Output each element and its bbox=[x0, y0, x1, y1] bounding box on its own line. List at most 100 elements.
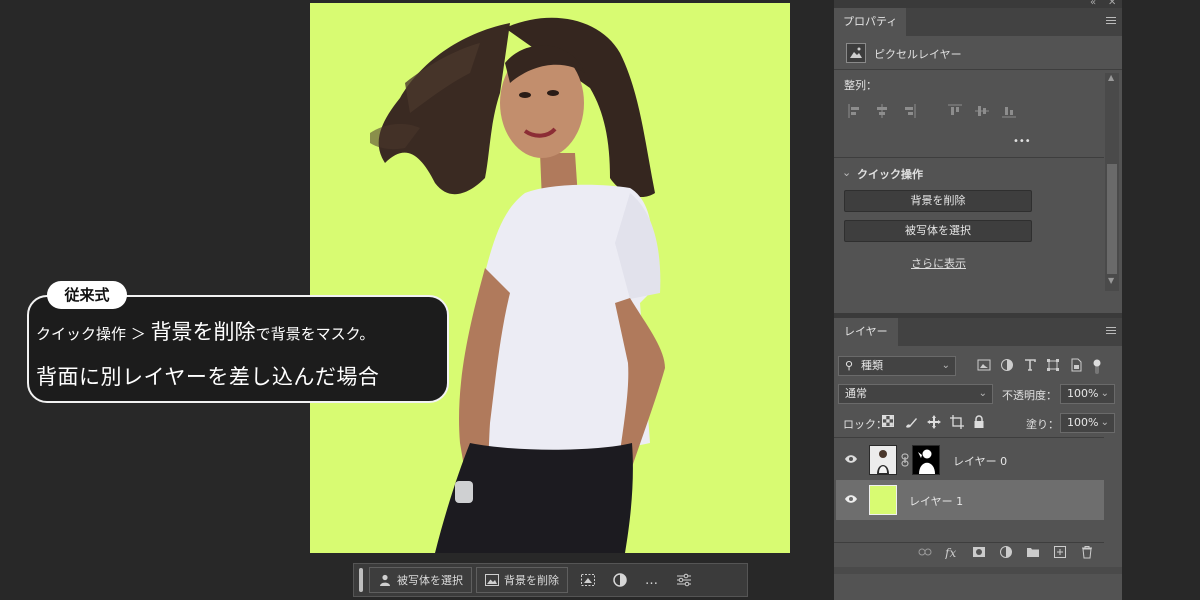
lock-icons bbox=[882, 415, 985, 429]
properties-panel-menu-icon[interactable] bbox=[1106, 17, 1116, 26]
properties-scroll-thumb[interactable] bbox=[1107, 164, 1117, 274]
blend-mode-select[interactable]: 通常 ⌄ bbox=[838, 384, 993, 404]
taskbar-remove-background-button[interactable]: 背景を削除 bbox=[476, 567, 568, 593]
properties-divider bbox=[834, 69, 1122, 70]
layer-filter-select[interactable]: ⚲ 種類 ⌄ bbox=[838, 356, 956, 376]
person-icon bbox=[380, 574, 390, 586]
align-label: 整列： bbox=[844, 79, 877, 92]
visibility-eye-icon[interactable] bbox=[844, 493, 858, 505]
quick-actions-title: クイック操作 bbox=[857, 168, 923, 181]
filter-adjustment-icon[interactable] bbox=[1000, 358, 1014, 372]
transform-icon bbox=[581, 574, 595, 586]
align-middle-vertical-icon[interactable] bbox=[975, 104, 989, 118]
close-panel-icon[interactable]: ✕ bbox=[1108, 0, 1116, 8]
opacity-input[interactable]: 100% ⌄ bbox=[1060, 384, 1115, 404]
panel-collapse-strip bbox=[834, 0, 1122, 8]
chevron-down-icon: ⌄ bbox=[941, 360, 950, 371]
new-layer-icon[interactable] bbox=[1053, 545, 1067, 559]
opacity-label: 不透明度： bbox=[1002, 389, 1057, 402]
align-left-icon[interactable] bbox=[848, 104, 862, 118]
image-icon bbox=[485, 574, 499, 586]
filter-shape-icon[interactable] bbox=[1046, 358, 1060, 372]
filter-smart-object-icon[interactable] bbox=[1069, 358, 1083, 372]
quick-remove-background-button[interactable]: 背景を削除 bbox=[844, 190, 1032, 212]
panel-resize-grip[interactable] bbox=[834, 567, 1122, 574]
show-more-link[interactable]: さらに表示 bbox=[911, 255, 966, 271]
taskbar-select-subject-button[interactable]: 被写体を選択 bbox=[369, 567, 472, 593]
fill-value: 100% bbox=[1067, 416, 1099, 429]
align-right-icon[interactable] bbox=[902, 104, 916, 118]
layers-bottom-divider bbox=[834, 542, 1104, 543]
align-center-horizontal-icon[interactable] bbox=[875, 104, 889, 118]
layers-bottom-toolbar: fx bbox=[918, 545, 1107, 559]
mask-link-icon[interactable] bbox=[901, 453, 909, 467]
lock-image-pixels-icon[interactable] bbox=[904, 415, 918, 429]
layer-type-label: ピクセルレイヤー bbox=[874, 48, 962, 61]
layer-filter-value: 種類 bbox=[861, 359, 883, 372]
layer-effects-fx-icon[interactable]: fx bbox=[945, 545, 959, 559]
layer-mask-thumbnail[interactable] bbox=[912, 445, 940, 475]
contextual-task-bar: 被写体を選択 背景を削除 … bbox=[353, 563, 748, 597]
chevron-down-icon: ⌄ bbox=[978, 388, 987, 399]
align-top-icon[interactable] bbox=[948, 104, 962, 118]
lock-artboard-icon[interactable] bbox=[950, 415, 964, 429]
layer-thumbnail bbox=[869, 485, 897, 515]
scroll-up-icon[interactable]: ▲ bbox=[1108, 73, 1114, 82]
document-canvas[interactable] bbox=[310, 3, 790, 553]
lock-all-icon[interactable] bbox=[973, 415, 985, 429]
add-mask-icon[interactable] bbox=[972, 545, 986, 559]
fill-label: 塗り： bbox=[1026, 418, 1059, 431]
link-layers-icon[interactable] bbox=[918, 545, 932, 559]
align-bottom-icon[interactable] bbox=[1002, 104, 1016, 118]
visibility-eye-icon[interactable] bbox=[844, 453, 858, 465]
taskbar-select-subject-label: 被写体を選択 bbox=[397, 574, 463, 587]
callout-line-1-highlight: 背景を削除 bbox=[150, 320, 256, 344]
filter-toggle-switch[interactable] bbox=[1092, 358, 1102, 376]
layers-panel-menu-icon[interactable] bbox=[1106, 327, 1116, 336]
align-more-button[interactable]: ••• bbox=[1013, 136, 1031, 147]
svg-text:fx: fx bbox=[945, 546, 956, 559]
layer-name: レイヤー 0 bbox=[953, 455, 1008, 468]
filter-pixel-icon[interactable] bbox=[977, 358, 991, 372]
callout-line-1-suffix: で背景をマスク。 bbox=[255, 325, 375, 343]
layer-thumbnail bbox=[869, 445, 897, 475]
new-group-folder-icon[interactable] bbox=[1026, 545, 1040, 559]
layer-row-selected[interactable]: レイヤー 1 bbox=[836, 480, 1104, 520]
blend-mode-value: 通常 bbox=[845, 387, 867, 400]
callout-line-1-prefix: クイック操作 ＞ bbox=[36, 325, 146, 343]
tab-properties[interactable]: プロパティ bbox=[834, 8, 907, 36]
tab-layers[interactable]: レイヤー bbox=[834, 318, 898, 346]
filter-type-icon[interactable] bbox=[1023, 358, 1037, 372]
fill-input[interactable]: 100% ⌄ bbox=[1060, 413, 1115, 433]
adjustment-circle-icon bbox=[613, 573, 627, 587]
quick-select-subject-button[interactable]: 被写体を選択 bbox=[844, 220, 1032, 242]
quick-actions-chevron-icon[interactable]: ⌄ bbox=[842, 166, 851, 179]
layer-row[interactable]: レイヤー 0 bbox=[836, 440, 1104, 480]
taskbar-transform-button[interactable] bbox=[572, 567, 604, 593]
layer-name: レイヤー 1 bbox=[909, 495, 964, 508]
subject-photo bbox=[370, 17, 665, 553]
new-adjustment-layer-icon[interactable] bbox=[999, 545, 1013, 559]
scroll-down-icon[interactable]: ▼ bbox=[1108, 276, 1114, 285]
delete-layer-trash-icon[interactable] bbox=[1080, 545, 1094, 559]
more-dots-icon: … bbox=[645, 572, 659, 588]
taskbar-more-button[interactable]: … bbox=[636, 567, 668, 593]
taskbar-settings-button[interactable] bbox=[668, 567, 700, 593]
taskbar-remove-background-label: 背景を削除 bbox=[504, 574, 559, 587]
taskbar-drag-handle[interactable] bbox=[359, 568, 363, 592]
chevron-down-icon: ⌄ bbox=[1100, 388, 1109, 399]
callout-line-2: 背面に別レイヤーを差し込んだ場合 bbox=[36, 365, 380, 389]
lock-label: ロック： bbox=[843, 418, 887, 431]
callout-line-1: クイック操作 ＞ 背景を削除で背景をマスク。 bbox=[36, 316, 374, 346]
search-icon: ⚲ bbox=[845, 359, 854, 372]
lock-transparent-pixels-icon[interactable] bbox=[882, 415, 894, 427]
lock-position-icon[interactable] bbox=[927, 415, 941, 429]
properties-tabbar: プロパティ bbox=[834, 8, 1122, 36]
taskbar-adjustment-button[interactable] bbox=[604, 567, 636, 593]
chevron-down-icon: ⌄ bbox=[1100, 417, 1109, 428]
sliders-icon bbox=[677, 573, 691, 587]
pixel-layer-icon bbox=[846, 43, 866, 63]
collapse-panels-icon[interactable]: « bbox=[1090, 0, 1096, 8]
layer-filter-icons bbox=[977, 358, 1102, 376]
layers-tabbar: レイヤー bbox=[834, 318, 1122, 346]
